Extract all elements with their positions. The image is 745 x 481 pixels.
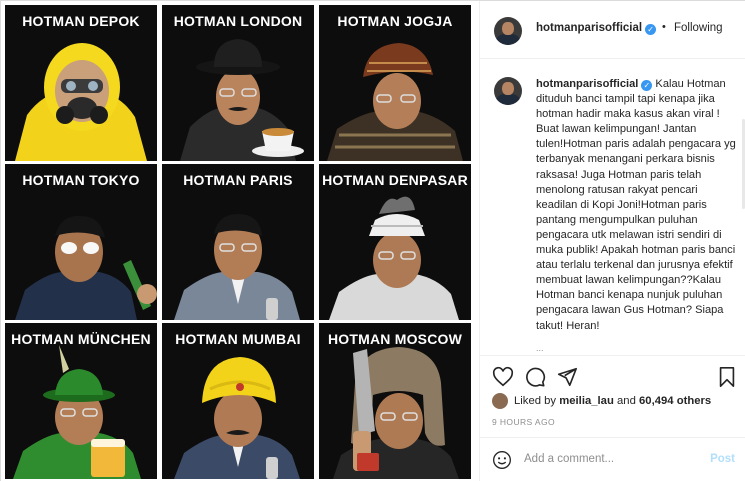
- tile-hotman-moscow: HOTMAN MOSCOW: [319, 323, 471, 479]
- tile-title: HOTMAN MÜNCHEN: [11, 331, 151, 347]
- heart-icon[interactable]: [492, 366, 514, 388]
- post-sidebar: hotmanparisofficial ✓ • Following hotmanp…: [479, 1, 745, 481]
- separator-dot: •: [662, 21, 666, 33]
- tile-title: HOTMAN MUMBAI: [175, 331, 301, 347]
- tile-title: HOTMAN TOKYO: [22, 172, 140, 188]
- caption: hotmanparisofficial ✓ Kalau Hotman ditudu…: [536, 77, 741, 334]
- post-modal: HOTMAN DEPOK HOTMAN LONDON HOTMAN JOGJA …: [0, 0, 745, 481]
- comment-input[interactable]: Add a comment...: [524, 453, 614, 465]
- tile-hotman-london: HOTMAN LONDON: [162, 5, 314, 161]
- verified-badge-icon: ✓: [641, 80, 653, 91]
- more-indicator: ...: [536, 343, 544, 353]
- tile-hotman-paris: HOTMAN PARIS: [162, 164, 314, 320]
- bookmark-icon[interactable]: [716, 366, 738, 388]
- likes-text: Liked by meilia_lau and 60,494 others: [514, 395, 711, 407]
- username-text: hotmanparisofficial: [536, 22, 643, 34]
- post-header: hotmanparisofficial ✓ • Following: [480, 1, 745, 59]
- likes-count[interactable]: 60,494 others: [639, 395, 711, 407]
- tile-title: HOTMAN DEPOK: [22, 13, 140, 29]
- caption-text: Kalau Hotman dituduh banci tampil tapi k…: [536, 78, 736, 332]
- caption-username[interactable]: hotmanparisofficial: [536, 78, 638, 90]
- emoji-icon[interactable]: [492, 450, 512, 470]
- tile-hotman-tokyo: HOTMAN TOKYO: [5, 164, 157, 320]
- following-button[interactable]: Following: [674, 22, 723, 34]
- likes-and: and: [617, 395, 636, 407]
- tile-title: HOTMAN DENPASAR: [322, 172, 468, 188]
- tile-hotman-jogja: HOTMAN JOGJA: [319, 5, 471, 161]
- tile-title: HOTMAN JOGJA: [337, 13, 453, 29]
- comment-form: Add a comment... Post: [480, 437, 745, 481]
- tile-hotman-denpasar: HOTMAN DENPASAR: [319, 164, 471, 320]
- tile-hotman-munchen: HOTMAN MÜNCHEN: [5, 323, 157, 479]
- liker-avatar[interactable]: [492, 393, 508, 409]
- tile-hotman-mumbai: HOTMAN MUMBAI: [162, 323, 314, 479]
- liker-username[interactable]: meilia_lau: [559, 395, 614, 407]
- tile-title: HOTMAN MOSCOW: [327, 331, 463, 347]
- post-image[interactable]: HOTMAN DEPOK HOTMAN LONDON HOTMAN JOGJA …: [1, 1, 479, 481]
- post-comment-button[interactable]: Post: [710, 453, 735, 465]
- caption-area: hotmanparisofficial ✓ Kalau Hotman ditudu…: [480, 59, 745, 355]
- username-link[interactable]: hotmanparisofficial ✓: [536, 22, 657, 35]
- avatar[interactable]: [494, 17, 522, 45]
- likes-summary: Liked by meilia_lau and 60,494 others: [492, 393, 742, 411]
- comment-icon[interactable]: [524, 366, 546, 388]
- tile-hotman-depok: HOTMAN DEPOK: [5, 5, 157, 161]
- verified-badge-icon: ✓: [645, 24, 657, 35]
- avatar[interactable]: [494, 77, 522, 105]
- share-icon[interactable]: [556, 366, 578, 388]
- likes-prefix: Liked by: [514, 395, 557, 407]
- tile-title: HOTMAN PARIS: [183, 172, 293, 188]
- post-timestamp[interactable]: 9 HOURS AGO: [492, 417, 555, 427]
- tile-title: HOTMAN LONDON: [173, 13, 303, 29]
